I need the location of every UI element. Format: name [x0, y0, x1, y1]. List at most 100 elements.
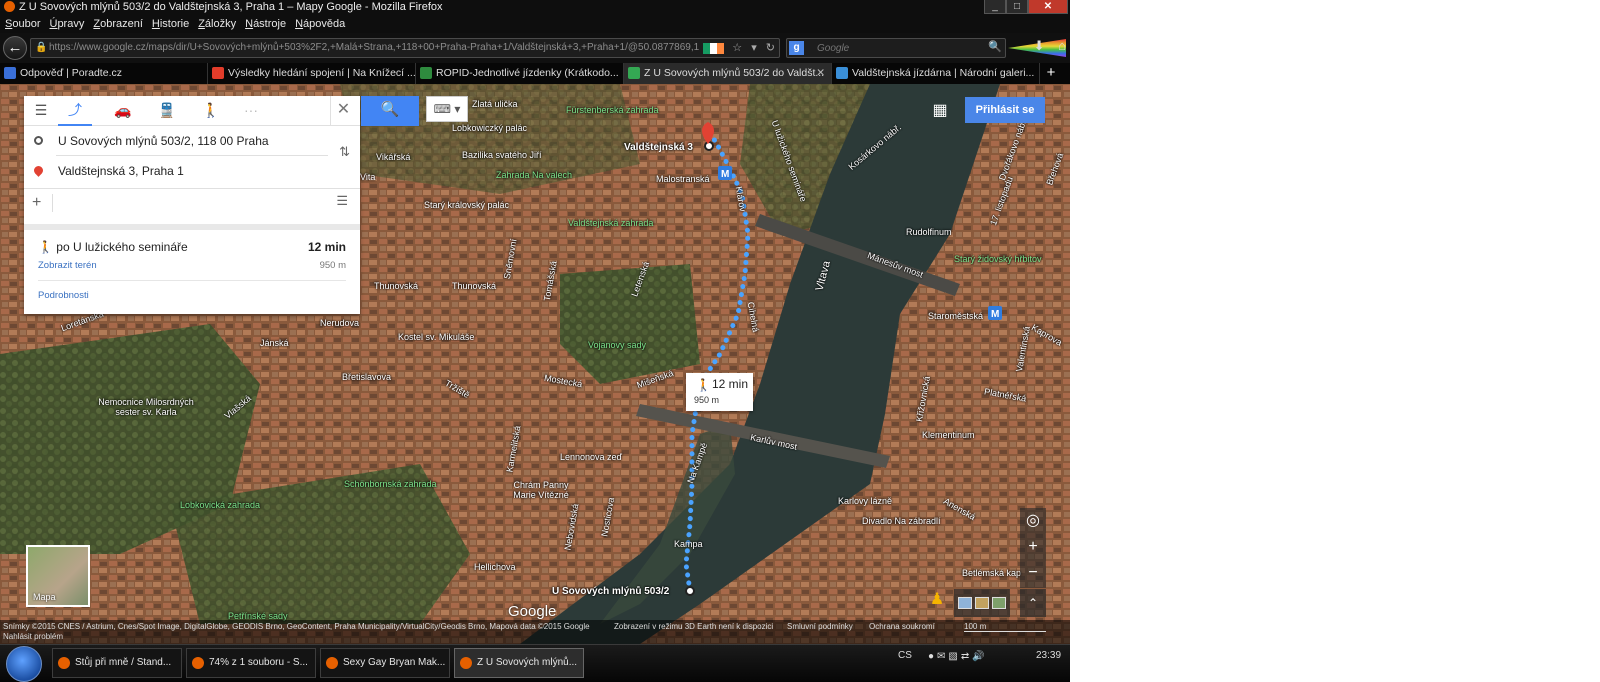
- reload-icon[interactable]: ↻: [766, 42, 775, 54]
- map-search-button[interactable]: 🔍: [361, 96, 419, 126]
- origin-field[interactable]: U Sovových mlýnů 503/2, 118 00 Praha: [24, 128, 360, 154]
- car-icon[interactable]: 🚗: [108, 96, 138, 126]
- taskbar-item-label: 74% z 1 souboru - S...: [209, 657, 308, 668]
- url-bar[interactable]: 🔒 https://www.google.cz/maps/dir/U+Sovov…: [30, 38, 780, 58]
- swap-waypoints-icon[interactable]: ⇅: [339, 144, 350, 160]
- menu-zobrazeni[interactable]: Zobrazení: [93, 16, 143, 33]
- download-icon[interactable]: ⬇: [1034, 38, 1045, 53]
- dropdown-arrow-icon[interactable]: ▾: [751, 42, 757, 54]
- minimize-button[interactable]: _: [984, 0, 1006, 14]
- best-route-icon[interactable]: ⤴: [58, 96, 92, 126]
- map-label: Vikářská: [376, 152, 411, 162]
- map-label: Kampa: [674, 539, 703, 549]
- keyboard-icon: ⌨: [433, 102, 451, 116]
- windows-start-button[interactable]: [6, 646, 42, 682]
- tab-vysledky-hledani[interactable]: Výsledky hledání spojení | Na Knížecí ..…: [208, 63, 416, 84]
- destination-field[interactable]: Valdštejnská 3, Praha 1: [24, 158, 360, 184]
- clock[interactable]: 23:39: [1036, 650, 1061, 661]
- firefox-icon: [4, 1, 15, 12]
- transit-icon[interactable]: 🚆: [152, 96, 182, 126]
- url-text[interactable]: https://www.google.cz/maps/dir/U+Sovovýc…: [49, 39, 719, 57]
- search-icon[interactable]: 🔍: [988, 40, 1002, 53]
- tab-favicon-icon: [836, 67, 848, 79]
- map-type-toggle[interactable]: Mapa: [26, 545, 90, 607]
- route-summary[interactable]: 🚶 po U lužického semináře 12 min Zobrazi…: [24, 224, 360, 314]
- pegman-icon[interactable]: ♟: [926, 589, 948, 617]
- layer-thumbnail[interactable]: [958, 597, 973, 609]
- menu-upravy[interactable]: Úpravy: [49, 16, 84, 33]
- svg-text:M: M: [991, 309, 999, 320]
- bookmark-star-icon[interactable]: ☆: [732, 42, 742, 54]
- taskbar-item[interactable]: Sexy Gay Bryan Mak...: [320, 648, 450, 678]
- system-tray: CS ●✉▧⇄🔊 23:39: [898, 645, 1070, 682]
- home-icon[interactable]: ⌂: [1058, 38, 1066, 53]
- close-tab-icon[interactable]: ✕: [816, 63, 825, 83]
- show-terrain-link[interactable]: Zobrazit terén: [38, 260, 97, 271]
- expand-icon[interactable]: ⌃: [1020, 589, 1046, 617]
- menu-soubor[interactable]: Soubor: [5, 16, 40, 33]
- sign-in-button[interactable]: Přihlásit se: [965, 97, 1045, 123]
- privacy-link[interactable]: Ochrana soukromí: [869, 622, 935, 631]
- menu-icon[interactable]: ☰: [26, 96, 56, 126]
- tab-label: Valdštejnská jízdárna | Národní galeri..…: [852, 67, 1035, 79]
- zoom-out-button[interactable]: −: [1020, 560, 1046, 586]
- close-window-button[interactable]: ✕: [1028, 0, 1068, 14]
- navigation-bar: ← 🔒 https://www.google.cz/maps/dir/U+Sov…: [0, 33, 1070, 63]
- tab-poradte[interactable]: Odpověď | Poradte.cz: [0, 63, 208, 84]
- layer-thumbnail[interactable]: [974, 597, 989, 609]
- menu-nastroje[interactable]: Nástroje: [245, 16, 286, 33]
- my-location-icon[interactable]: ◎: [1020, 508, 1046, 534]
- language-flag-icon: [703, 43, 724, 54]
- walking-icon: 🚶: [38, 240, 53, 254]
- menu-bar: Soubor Úpravy Zobrazení Historie Záložky…: [0, 16, 1070, 33]
- close-directions-button[interactable]: ✕: [330, 96, 356, 126]
- report-problem-link[interactable]: Nahlásit problém: [3, 632, 63, 641]
- map-label: Karlovy lázně: [838, 496, 893, 506]
- back-button[interactable]: ←: [3, 36, 27, 60]
- callout-distance: 950 m: [694, 395, 720, 405]
- tray-icons[interactable]: ●✉▧⇄🔊: [928, 651, 988, 662]
- map-canvas[interactable]: M M Zlatá ulička Fürstenberská zahrada L…: [0, 84, 1070, 644]
- scale-bar[interactable]: 100 m: [964, 622, 1047, 632]
- imagery-credits: Snímky ©2015 CNES / Astrium, Cnes/Spot I…: [3, 622, 590, 631]
- map-label: Chrám Panny Marie Vítězné: [513, 480, 569, 500]
- travel-mode-bar: ☰ ⤴ 🚗 🚆 🚶 ··· ✕: [24, 96, 360, 126]
- search-bar[interactable]: g 🔍: [786, 38, 1006, 58]
- more-modes-button[interactable]: ···: [236, 96, 266, 126]
- origin-circle-icon: [34, 136, 43, 145]
- route-time-callout[interactable]: 🚶 12 min 950 m: [686, 373, 753, 411]
- maximize-button[interactable]: □: [1006, 0, 1028, 14]
- zoom-controls: ◎ + −: [1020, 508, 1046, 588]
- layer-thumbnail[interactable]: [991, 597, 1006, 609]
- zoom-in-button[interactable]: +: [1020, 534, 1046, 560]
- walking-icon[interactable]: 🚶: [196, 96, 226, 126]
- menu-zalozky[interactable]: Záložky: [198, 16, 236, 33]
- url-bar-icons: ☆ ▾ ↻: [726, 39, 775, 57]
- search-input[interactable]: [817, 41, 977, 56]
- terms-link[interactable]: Smluvní podmínky: [787, 622, 853, 631]
- tab-ropid[interactable]: ROPID-Jednotlivé jízdenky (Krátkodo...: [416, 63, 624, 84]
- taskbar-item[interactable]: Stůj při mně / Stand...: [52, 648, 182, 678]
- tab-google-maps[interactable]: Z U Sovových mlýnů 503/2 do Valdšt... ✕: [624, 63, 832, 84]
- add-destination-icon[interactable]: +: [32, 191, 41, 215]
- menu-napoveda[interactable]: Nápověda: [295, 16, 345, 33]
- apps-grid-icon[interactable]: ▦: [930, 100, 950, 120]
- google-search-engine-icon[interactable]: g: [789, 41, 804, 55]
- tab-valdstejnska-jizdarna[interactable]: Valdštejnská jízdárna | Národní galeri..…: [832, 63, 1040, 84]
- menu-historie[interactable]: Historie: [152, 16, 189, 33]
- imagery-layers[interactable]: [954, 589, 1010, 617]
- earth-unavailable-text: Zobrazení v režimu 3D Earth není k dispo…: [614, 622, 774, 631]
- map-label: Zlatá ulička: [472, 99, 518, 109]
- taskbar-item[interactable]: 74% z 1 souboru - S...: [186, 648, 316, 678]
- language-indicator[interactable]: CS: [898, 650, 912, 661]
- destination-text[interactable]: Valdštejnská 3, Praha 1: [58, 158, 184, 184]
- origin-text[interactable]: U Sovových mlýnů 503/2, 118 00 Praha: [58, 128, 269, 154]
- route-options-icon[interactable]: ☰: [336, 193, 348, 209]
- input-tools-button[interactable]: ⌨ ▾: [426, 96, 468, 122]
- new-tab-button[interactable]: +: [1040, 63, 1062, 84]
- tab-favicon-icon: [628, 67, 640, 79]
- route-details-link[interactable]: Podrobnosti: [38, 290, 89, 301]
- map-label: Malostranská: [656, 174, 710, 184]
- tab-favicon-icon: [212, 67, 224, 79]
- taskbar-item-active[interactable]: Z U Sovových mlýnů...: [454, 648, 584, 678]
